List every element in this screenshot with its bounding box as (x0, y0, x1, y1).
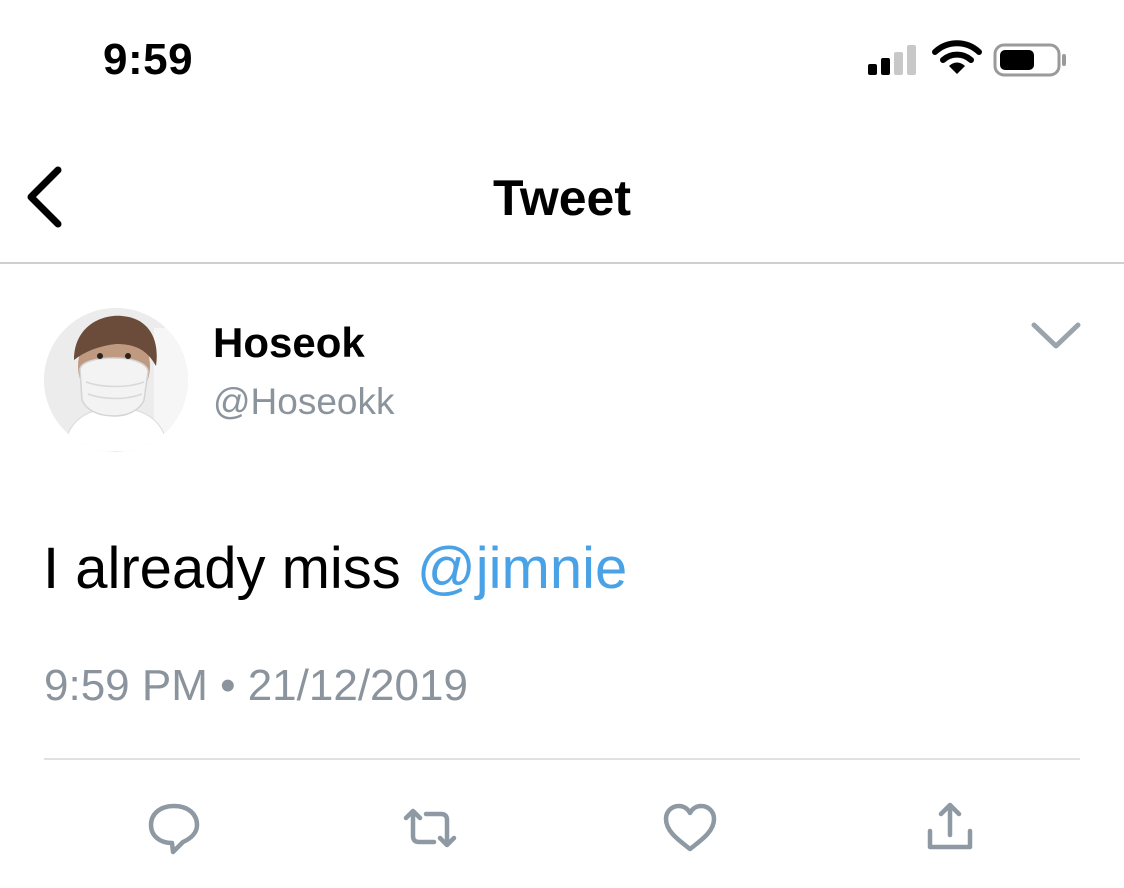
mention-link[interactable]: @jimnie (417, 536, 627, 601)
chevron-down-icon (1031, 322, 1081, 349)
actions-divider (44, 758, 1080, 760)
author-display-name[interactable]: Hoseok (213, 318, 365, 368)
retweet-icon (403, 808, 457, 848)
share-icon (927, 802, 973, 850)
page-title: Tweet (493, 170, 631, 226)
author-handle[interactable]: @Hoseokk (213, 380, 395, 424)
avatar[interactable] (44, 308, 188, 452)
tweet-text: I already miss @jimnie (43, 534, 627, 604)
status-bar-time: 9:59 (103, 35, 194, 84)
like-icon (663, 803, 717, 852)
reply-button[interactable] (146, 800, 202, 856)
share-button[interactable] (922, 800, 978, 856)
tweet-menu-button[interactable] (1028, 318, 1084, 352)
retweet-button[interactable] (402, 800, 458, 856)
tweet-text-prefix: I already miss (43, 536, 417, 601)
tweet-timestamp: 9:59 PM • 21/12/2019 (44, 661, 468, 710)
nav-divider (0, 262, 1124, 264)
cellular-signal-icon (868, 45, 916, 75)
battery-icon (993, 43, 1066, 77)
like-button[interactable] (662, 800, 718, 856)
avatar-photo (44, 308, 188, 452)
wifi-icon (932, 40, 982, 74)
reply-icon (148, 803, 200, 855)
